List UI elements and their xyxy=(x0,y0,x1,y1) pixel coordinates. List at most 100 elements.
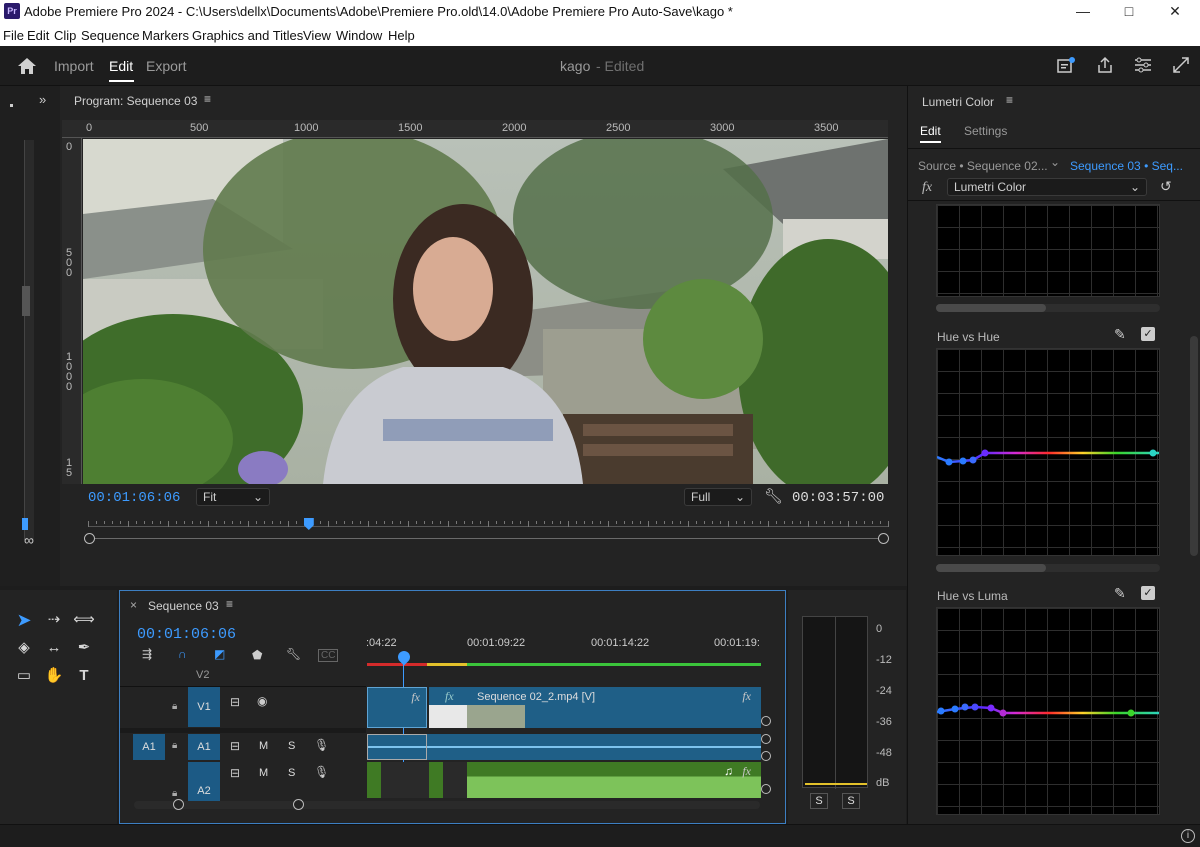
snap-icon[interactable]: ∩ xyxy=(178,647,187,661)
timeline-timecode[interactable]: 00:01:06:06 xyxy=(137,626,236,643)
reset-icon[interactable]: ↺ xyxy=(1160,178,1172,195)
tab-export[interactable]: Export xyxy=(146,58,186,74)
sync-lock-icon[interactable]: ⊟ xyxy=(230,766,240,780)
track-height-handle[interactable] xyxy=(761,734,771,744)
pen-tool-icon[interactable]: ✒ xyxy=(72,636,96,660)
tab-edit[interactable]: Edit xyxy=(109,58,133,74)
track-height-handle[interactable] xyxy=(761,784,771,794)
zoom-end-handle[interactable] xyxy=(293,799,304,810)
tab-import[interactable]: Import xyxy=(54,58,94,74)
solo-button[interactable]: S xyxy=(288,740,295,752)
track-height-handle[interactable] xyxy=(761,716,771,726)
solo-right-button[interactable]: S xyxy=(842,793,860,809)
menu-help[interactable]: Help xyxy=(388,28,415,43)
quick-export-icon[interactable] xyxy=(1057,57,1075,73)
curve-graph-previous[interactable] xyxy=(936,204,1160,297)
audio-clip-a2[interactable] xyxy=(429,762,443,798)
lumetri-vertical-scrollbar[interactable] xyxy=(1190,336,1198,556)
zoom-level-dropdown[interactable]: Fit ⌄ xyxy=(196,488,270,506)
scrub-range-end-handle[interactable] xyxy=(878,533,889,544)
hand-tool-icon[interactable]: ✋ xyxy=(42,664,66,688)
fullscreen-icon[interactable] xyxy=(1172,56,1190,74)
hue-vs-luma-checkbox[interactable]: ✓ xyxy=(1141,586,1155,600)
menu-graphics-and-titles[interactable]: Graphics and Titles xyxy=(192,28,303,43)
eyedropper-icon[interactable]: ✎ xyxy=(1114,326,1126,343)
sequence-tab-title[interactable]: Sequence 03 xyxy=(148,599,219,613)
lock-icon[interactable]: 🔒︎ xyxy=(172,701,177,712)
lock-icon[interactable]: 🔒︎ xyxy=(172,740,177,751)
menu-edit[interactable]: Edit xyxy=(27,28,49,43)
hue-vs-hue-graph[interactable] xyxy=(936,348,1160,556)
sync-lock-icon[interactable]: ⊟ xyxy=(230,695,240,709)
timeline-settings-icon[interactable]: 🔧︎ xyxy=(286,647,301,661)
program-playhead[interactable] xyxy=(303,518,314,530)
menu-clip[interactable]: Clip xyxy=(54,28,76,43)
source-clip-label[interactable]: Source • Sequence 02... xyxy=(918,159,1048,173)
share-icon[interactable] xyxy=(1096,56,1114,74)
solo-left-button[interactable]: S xyxy=(810,793,828,809)
workspaces-icon[interactable] xyxy=(1134,57,1152,73)
wrench-icon[interactable]: 🔧︎ xyxy=(764,487,783,505)
panel-menu-icon[interactable]: ≡ xyxy=(204,92,211,106)
graph-scrollbar[interactable] xyxy=(936,564,1160,572)
program-current-timecode[interactable]: 00:01:06:06 xyxy=(88,490,180,506)
source-vertical-slider[interactable] xyxy=(24,140,34,540)
selection-tool-icon[interactable]: ➤ xyxy=(12,608,36,632)
video-clip[interactable]: fx xyxy=(367,687,427,728)
link-icon[interactable]: ∞ xyxy=(24,532,34,548)
close-button[interactable]: ✕ xyxy=(1152,0,1198,24)
microphone-icon[interactable]: 🎙︎ xyxy=(314,738,329,752)
track-target-v1[interactable]: V1 xyxy=(188,687,220,727)
sync-lock-icon[interactable]: ⊟ xyxy=(230,739,240,753)
menu-sequence[interactable]: Sequence xyxy=(81,28,140,43)
microphone-icon[interactable]: 🎙︎ xyxy=(314,765,329,779)
slider-handle[interactable] xyxy=(22,286,30,316)
eye-icon[interactable]: ◉ xyxy=(257,694,267,708)
effect-dropdown[interactable]: Lumetri Color ⌄ xyxy=(947,178,1147,196)
type-tool-icon[interactable]: T xyxy=(72,664,96,688)
captions-icon[interactable]: CC xyxy=(318,649,339,662)
solo-button[interactable]: S xyxy=(288,767,295,779)
expand-panels-icon[interactable]: » xyxy=(39,92,46,107)
track-target-a2[interactable]: A2 xyxy=(188,762,220,802)
slip-tool-icon[interactable]: ↔ xyxy=(42,636,66,660)
panel-menu-icon[interactable]: ≡ xyxy=(226,597,233,611)
menu-view[interactable]: View xyxy=(303,28,331,43)
lock-icon[interactable]: 🔒︎ xyxy=(172,788,177,799)
linked-selection-icon[interactable]: ◩ xyxy=(214,647,225,661)
menu-markers[interactable]: Markers xyxy=(142,28,189,43)
mute-button[interactable]: M xyxy=(259,767,268,779)
maximize-button[interactable]: □ xyxy=(1106,0,1152,24)
lumetri-tab-settings[interactable]: Settings xyxy=(964,124,1007,138)
program-video-frame[interactable] xyxy=(83,139,888,484)
track-target-a1[interactable]: A1 xyxy=(188,734,220,760)
hue-vs-luma-graph[interactable] xyxy=(936,607,1160,815)
insert-nest-icon[interactable]: ⇶ xyxy=(142,647,152,661)
panel-menu-icon[interactable]: ≡ xyxy=(1006,93,1013,107)
scrub-range-start-handle[interactable] xyxy=(84,533,95,544)
mute-button[interactable]: M xyxy=(259,740,268,752)
track-select-tool-icon[interactable]: ⇢ xyxy=(42,608,66,632)
chevron-down-icon[interactable]: ⌄ xyxy=(1050,155,1060,169)
audio-clip-a2[interactable] xyxy=(367,762,381,798)
lumetri-tab-edit[interactable]: Edit xyxy=(920,124,941,138)
graph-scrollbar[interactable] xyxy=(936,304,1160,312)
minimize-button[interactable]: — xyxy=(1060,0,1106,24)
playback-resolution-dropdown[interactable]: Full ⌄ xyxy=(684,488,752,506)
hue-vs-hue-checkbox[interactable]: ✓ xyxy=(1141,327,1155,341)
video-clip[interactable]: fx Sequence 02_2.mp4 [V] fx xyxy=(429,687,761,728)
ripple-edit-tool-icon[interactable]: ⟺ xyxy=(72,608,96,632)
close-sequence-icon[interactable]: × xyxy=(130,598,137,612)
audio-clip-a1[interactable] xyxy=(367,734,761,760)
eyedropper-icon[interactable]: ✎ xyxy=(1114,585,1126,602)
rectangle-tool-icon[interactable]: ▭ xyxy=(12,664,36,688)
scrub-bar[interactable] xyxy=(88,538,888,539)
audio-clip-a2[interactable]: ♫ fx xyxy=(467,762,761,798)
source-patch-a1[interactable]: A1 xyxy=(133,734,165,760)
add-marker-icon[interactable]: ⬟ xyxy=(252,648,262,662)
track-height-handle[interactable] xyxy=(761,751,771,761)
timeline-zoom-scrollbar[interactable] xyxy=(134,801,760,809)
home-icon[interactable] xyxy=(17,57,37,75)
razor-tool-icon[interactable]: ◈ xyxy=(12,636,36,660)
menu-window[interactable]: Window xyxy=(336,28,382,43)
